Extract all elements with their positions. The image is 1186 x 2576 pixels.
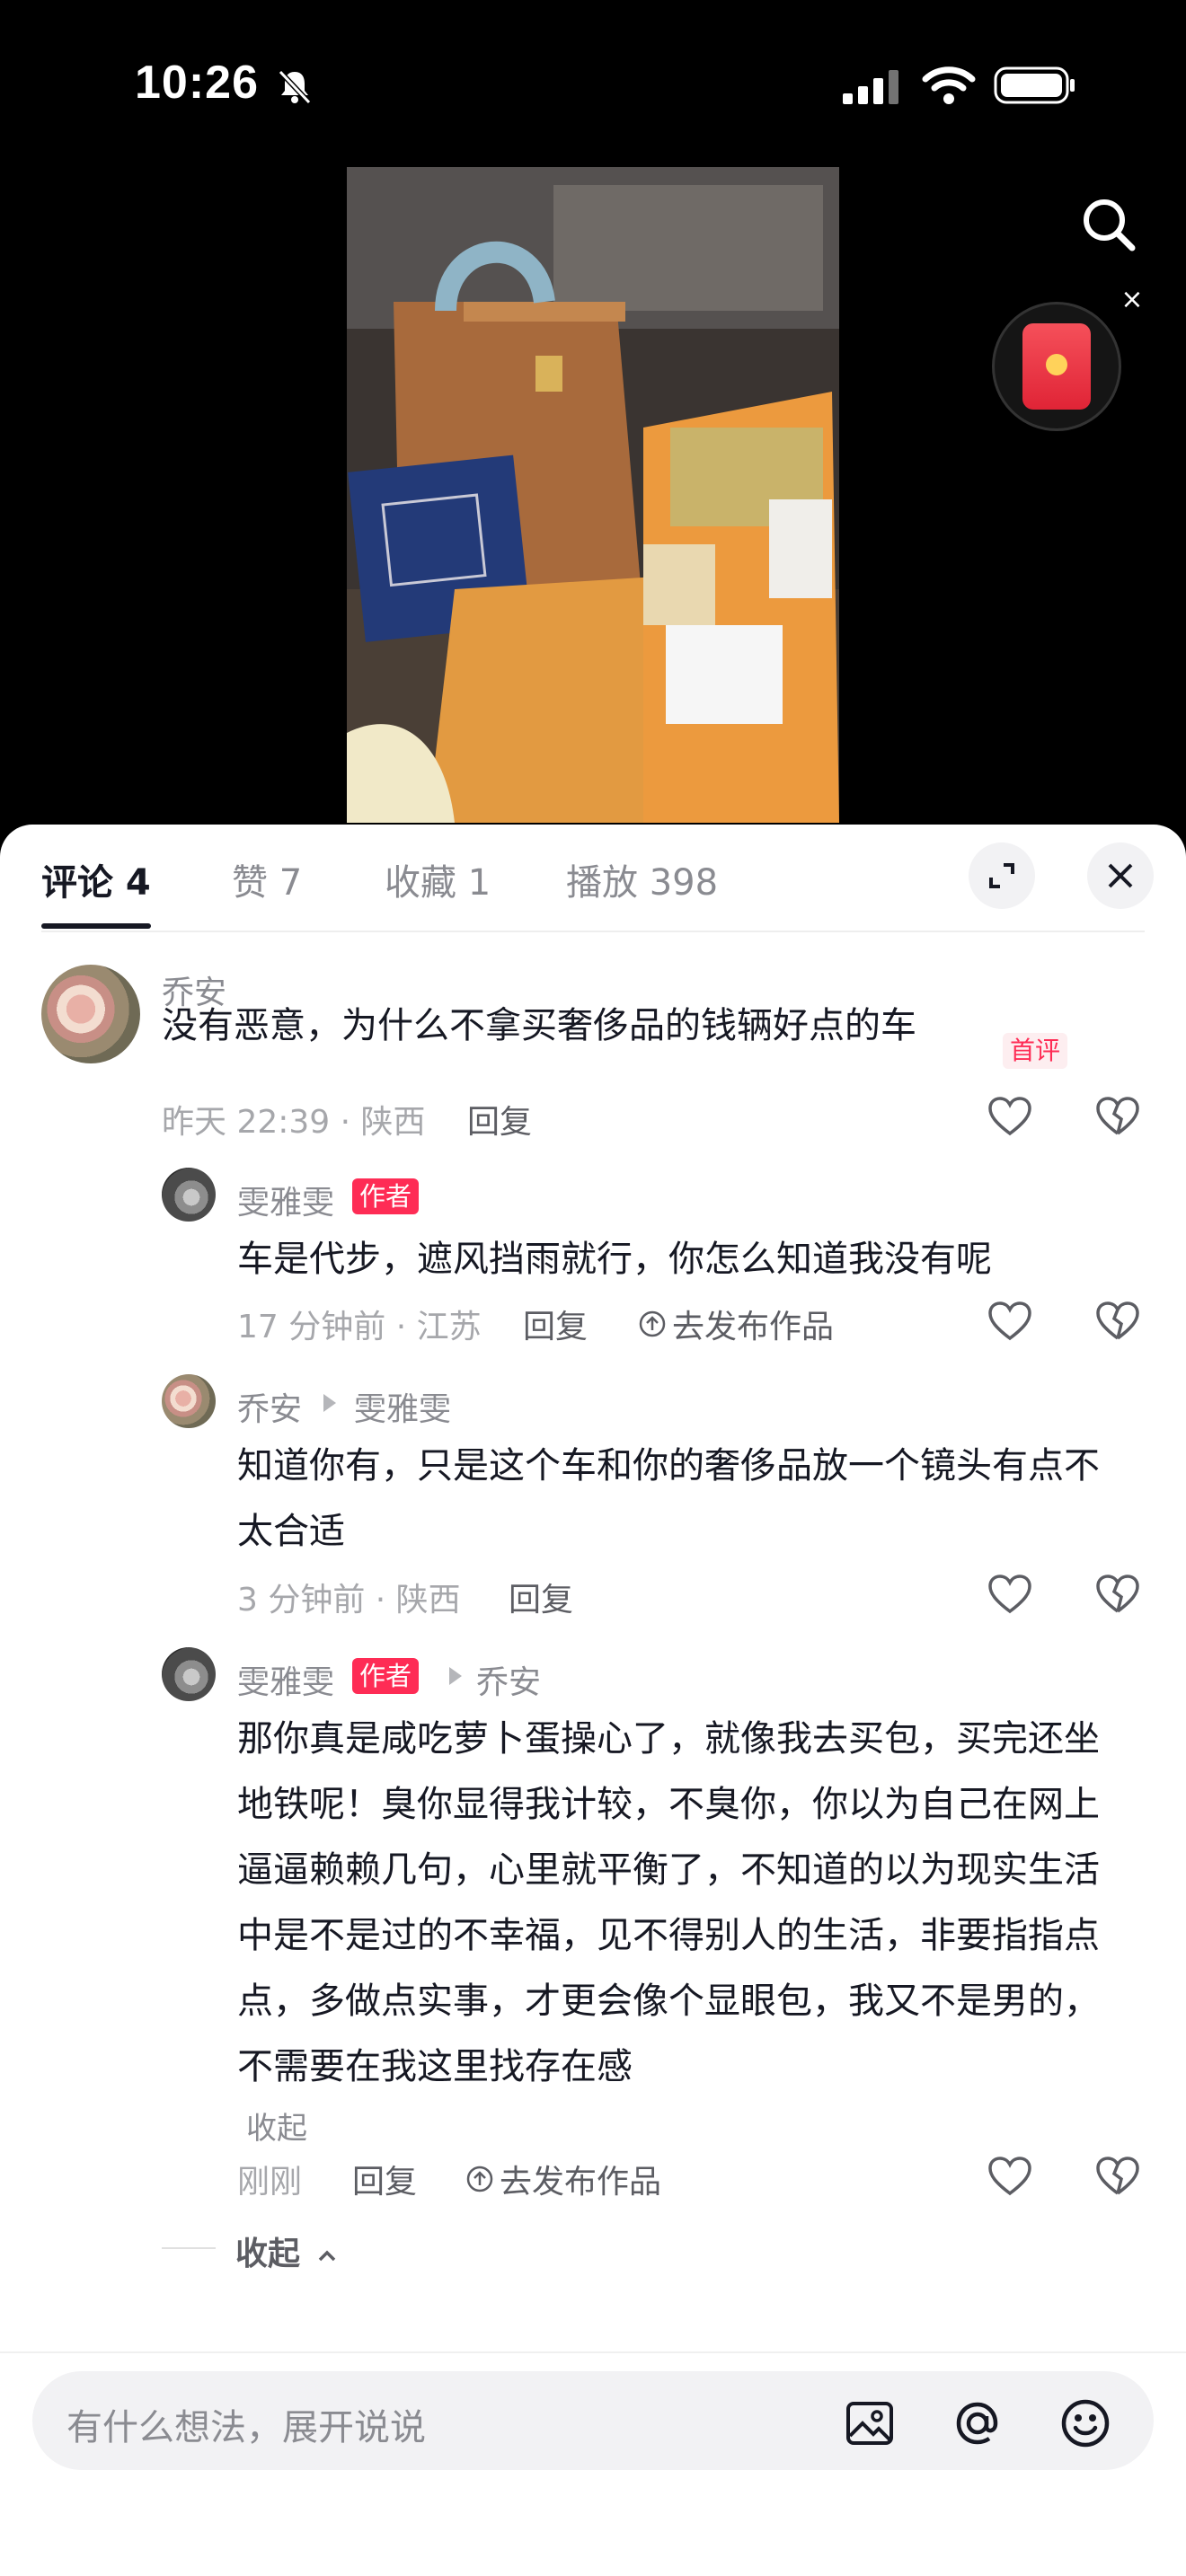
expand-button[interactable] <box>969 842 1035 909</box>
status-bar: 10:26 <box>0 0 1186 162</box>
avatar[interactable] <box>162 1168 216 1222</box>
comment-input[interactable]: 有什么想法，展开说说 <box>66 2398 426 2450</box>
expand-icon <box>989 863 1014 888</box>
comment-username[interactable]: 乔安 <box>237 1383 302 1430</box>
avatar[interactable] <box>162 1374 216 1428</box>
reply-button[interactable]: 回复 <box>467 1096 532 1142</box>
reply-button[interactable]: 回复 <box>352 2156 417 2202</box>
heart-icon[interactable] <box>987 1094 1033 1141</box>
tab-likes[interactable]: 赞 7 <box>232 853 302 905</box>
red-packet-icon <box>1022 323 1091 410</box>
tab-plays[interactable]: 播放 398 <box>566 853 718 905</box>
signal-icon <box>843 70 898 104</box>
comment-text: 没有恶意，为什么不拿买奢侈品的钱辆好点的车 <box>162 1005 916 1046</box>
reply-button[interactable]: 回复 <box>509 1574 573 1620</box>
reply-arrow-icon <box>449 1667 462 1685</box>
wifi-icon <box>922 66 976 104</box>
chevron-up-icon <box>318 2250 335 2262</box>
status-time: 10:26 <box>135 57 259 109</box>
comment-username[interactable]: 雯雅雯 <box>237 1177 334 1223</box>
close-icon <box>1108 863 1133 888</box>
upload-icon <box>466 2166 493 2192</box>
emoji-icon[interactable] <box>1058 2396 1112 2450</box>
comment-input-bar[interactable]: 有什么想法，展开说说 <box>32 2371 1154 2470</box>
search-icon[interactable] <box>1076 192 1141 257</box>
broken-heart-icon[interactable] <box>1094 2154 1141 2201</box>
heart-icon[interactable] <box>987 2154 1033 2201</box>
comment-username[interactable]: 雯雅雯 <box>237 1656 334 1703</box>
comment-meta: 3 分钟前 · 陕西 <box>237 1582 461 1619</box>
video-frame[interactable] <box>347 167 839 823</box>
publish-work-button[interactable]: 去发布作品 <box>638 1301 834 1347</box>
comment-sheet: 评论 4 赞 7 收藏 1 播放 398 乔安 没有恶意，为什么不拿买奢侈品的钱… <box>0 825 1186 2576</box>
heart-icon[interactable] <box>987 1572 1033 1619</box>
comment-text: 车是代步，遮风挡雨就行，你怎么知道我没有呢 <box>237 1239 992 1280</box>
collapse-divider <box>162 2247 216 2249</box>
broken-heart-icon[interactable] <box>1094 1299 1141 1345</box>
comment-meta: 17 分钟前 · 江苏 <box>237 1309 482 1345</box>
reply-button[interactable]: 回复 <box>523 1301 588 1347</box>
tab-comments[interactable]: 评论 4 <box>41 853 151 905</box>
author-badge: 作者 <box>352 1658 420 1694</box>
red-packet-button[interactable] <box>992 302 1121 431</box>
fold-text-button[interactable]: 收起 <box>246 2104 307 2148</box>
close-sheet-button[interactable] <box>1087 842 1154 909</box>
publish-work-button[interactable]: 去发布作品 <box>465 2156 661 2202</box>
bell-slash-icon <box>278 69 312 105</box>
heart-icon[interactable] <box>987 1299 1033 1345</box>
reply-to-username[interactable]: 雯雅雯 <box>354 1383 451 1430</box>
video-thumbnail <box>347 167 839 823</box>
collapse-replies-button[interactable]: 收起 <box>235 2228 339 2274</box>
image-icon[interactable] <box>843 2396 897 2450</box>
close-icon[interactable]: × <box>1120 287 1145 313</box>
input-divider <box>0 2351 1186 2353</box>
comment-tabs: 评论 4 赞 7 收藏 1 播放 398 <box>0 825 1186 932</box>
avatar[interactable] <box>162 1647 216 1701</box>
reply-to-username[interactable]: 乔安 <box>476 1656 541 1703</box>
battery-icon <box>994 66 1075 104</box>
avatar[interactable] <box>41 965 140 1063</box>
tab-favorites[interactable]: 收藏 1 <box>385 853 491 905</box>
comment-meta: 昨天 22:39 · 陕西 <box>162 1104 426 1141</box>
reply-arrow-icon <box>323 1394 336 1412</box>
comment-meta: 刚刚 <box>237 2164 303 2201</box>
broken-heart-icon[interactable] <box>1094 1572 1141 1619</box>
first-comment-badge: 首评 <box>1003 1033 1068 1069</box>
comment-text: 知道你有，只是这个车和你的奢侈品放一个镜头有点不太合适 <box>237 1445 1100 1552</box>
tabs-divider <box>41 931 1145 932</box>
author-badge: 作者 <box>352 1178 420 1214</box>
upload-icon <box>639 1310 666 1337</box>
active-tab-indicator <box>41 923 151 929</box>
comment-text: 那你真是咸吃萝卜蛋操心了，就像我去买包，买完还坐地铁呢！臭你显得我计较，不臭你，… <box>237 1718 1100 2087</box>
at-icon[interactable] <box>951 2396 1005 2450</box>
broken-heart-icon[interactable] <box>1094 1094 1141 1141</box>
